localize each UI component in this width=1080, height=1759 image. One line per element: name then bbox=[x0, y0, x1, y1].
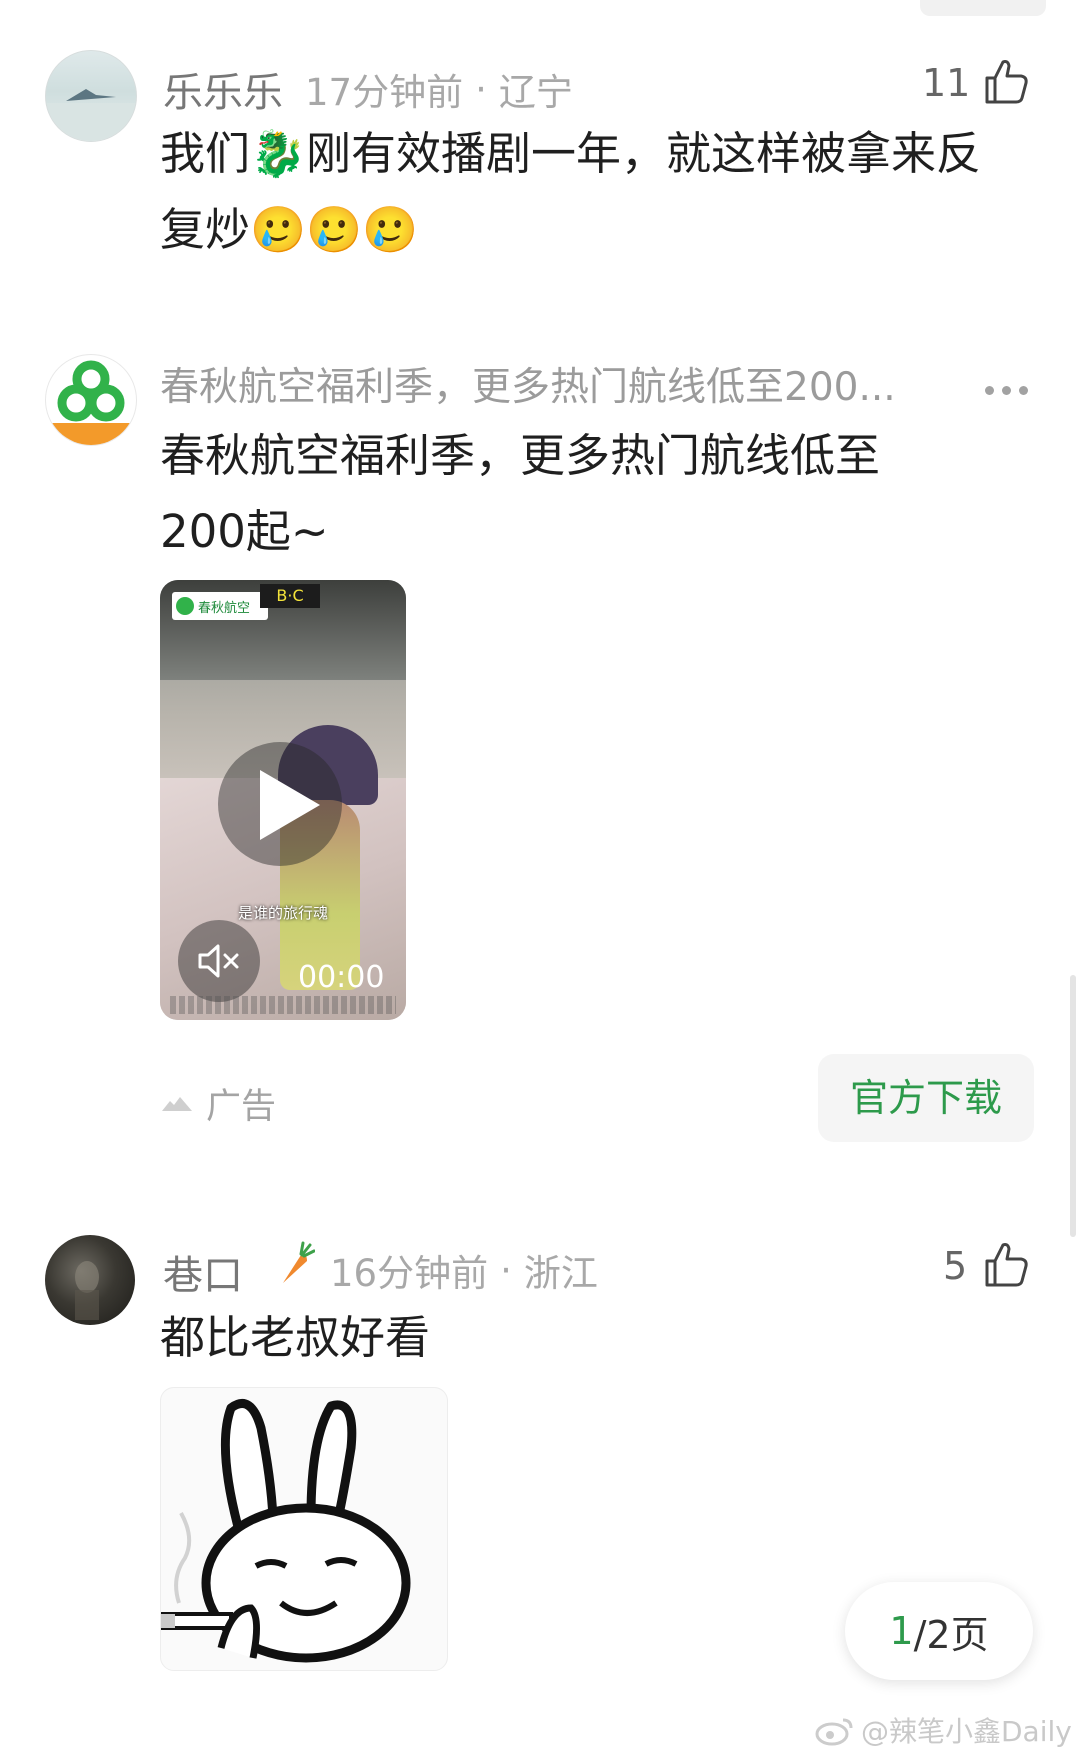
rabbit-smoking-sticker bbox=[161, 1399, 411, 1663]
video-time: 00:00 bbox=[298, 960, 385, 995]
weibo-icon bbox=[815, 1718, 853, 1746]
rabbit-sticker-image[interactable] bbox=[160, 1387, 448, 1671]
avatar[interactable] bbox=[45, 1235, 135, 1325]
avatar[interactable] bbox=[45, 50, 137, 142]
ad-title[interactable]: 春秋航空福利季，更多热门航线低至200... bbox=[160, 356, 930, 412]
play-icon[interactable] bbox=[260, 770, 320, 840]
meta-separator: · bbox=[475, 67, 487, 111]
like-count: 5 bbox=[943, 1244, 968, 1288]
ad-label-row: 广告 bbox=[160, 1078, 276, 1129]
comment-text-line: 复炒🥲🥲🥲 bbox=[160, 203, 419, 256]
avatar-landscape-image bbox=[46, 89, 136, 141]
comment-meta: 16分钟前 · 浙江 bbox=[330, 1243, 598, 1297]
comment-time: 16分钟前 bbox=[330, 1252, 489, 1295]
page-current: 1 bbox=[889, 1609, 914, 1653]
comment-time: 17分钟前 bbox=[305, 71, 464, 114]
comment-header: 巷口 bbox=[163, 1243, 243, 1301]
username[interactable]: 巷口 bbox=[163, 1243, 243, 1301]
mute-icon[interactable] bbox=[194, 936, 244, 986]
video-gate-sign: B·C bbox=[260, 584, 320, 608]
scrollbar-thumb[interactable] bbox=[1070, 975, 1076, 1237]
like-count: 11 bbox=[922, 61, 971, 105]
more-dots-icon[interactable] bbox=[985, 386, 1028, 395]
video-logo: 春秋航空 bbox=[172, 592, 268, 620]
comment-location: 辽宁 bbox=[498, 71, 573, 114]
page-indicator[interactable]: 1/2页 bbox=[845, 1582, 1033, 1680]
comment-location: 浙江 bbox=[523, 1252, 598, 1295]
video-logo-text: 春秋航空 bbox=[198, 600, 251, 616]
spring-airlines-logo-icon bbox=[46, 360, 136, 445]
ad-video[interactable]: 春秋航空 B·C 是谁的旅行魂 00:00 bbox=[160, 580, 406, 1020]
comment-header: 乐乐乐 17分钟前 · 辽宁 bbox=[163, 60, 573, 118]
thumbs-up-icon[interactable] bbox=[981, 56, 1031, 106]
username[interactable]: 乐乐乐 bbox=[163, 60, 283, 118]
ad-text-line: 200起~ bbox=[160, 505, 329, 558]
carrot-icon bbox=[283, 1241, 315, 1283]
watermark: @辣笔小鑫Daily bbox=[815, 1710, 1072, 1750]
avatar-dark-photo bbox=[75, 1261, 99, 1320]
watermark-text: @辣笔小鑫Daily bbox=[861, 1715, 1072, 1748]
video-caption: 是谁的旅行魂 bbox=[237, 904, 328, 922]
ad-text-line: 春秋航空福利季，更多热门航线低至 bbox=[160, 429, 881, 482]
advertiser-avatar[interactable] bbox=[45, 354, 137, 446]
top-edge-tab bbox=[920, 0, 1046, 16]
meta-separator: · bbox=[500, 1248, 512, 1292]
spring-airlines-mini-logo-icon bbox=[176, 597, 194, 615]
comment-text-line: 我们🐉刚有效播剧一年，就这样被拿来反 bbox=[160, 127, 982, 180]
page-total: /2页 bbox=[913, 1612, 989, 1657]
official-download-button[interactable]: 官方下载 bbox=[818, 1054, 1034, 1142]
ad-label: 广告 bbox=[206, 1087, 277, 1127]
video-fine-print bbox=[170, 996, 396, 1014]
comment-text: 都比老叔好看 bbox=[160, 1311, 431, 1364]
ad-tag-icon bbox=[162, 1096, 192, 1111]
thumbs-up-icon[interactable] bbox=[981, 1239, 1031, 1289]
